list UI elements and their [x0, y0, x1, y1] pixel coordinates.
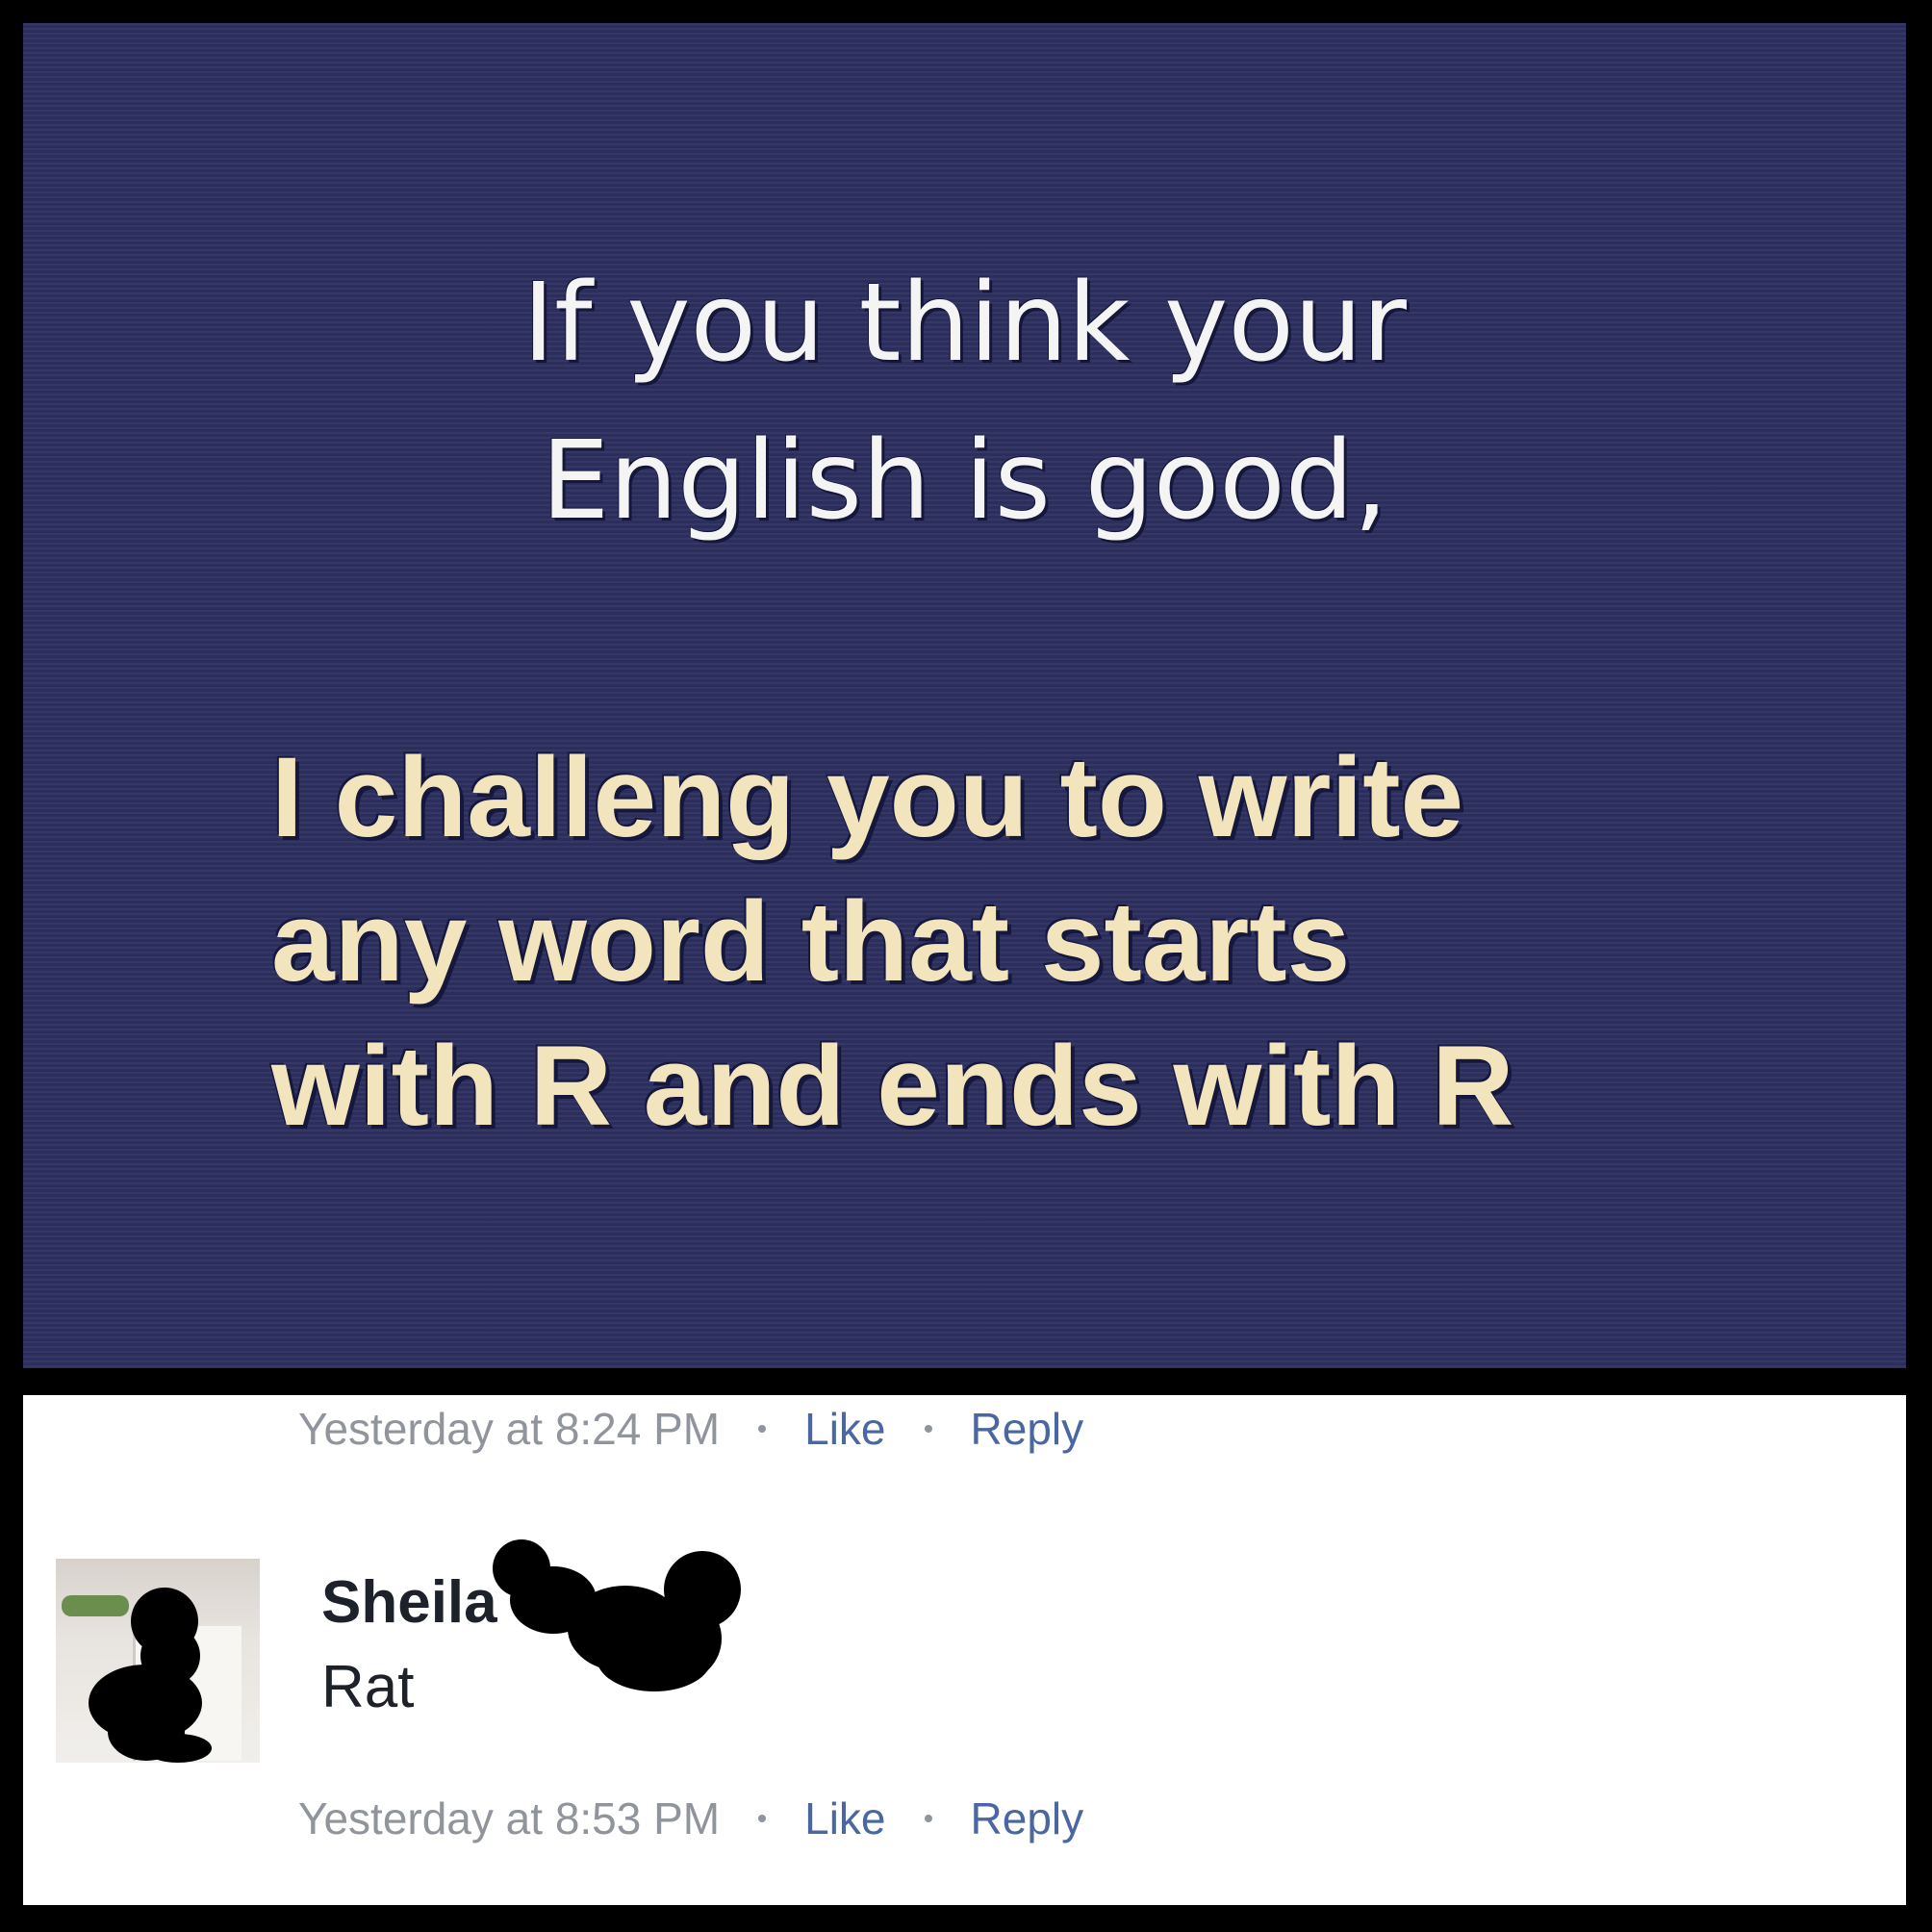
- commenter-name[interactable]: Sheila: [321, 1568, 497, 1637]
- reply-button[interactable]: Reply: [971, 1792, 1084, 1844]
- comment-text: Rat: [321, 1654, 415, 1720]
- challenge-line-1: I challeng you to write: [271, 734, 1464, 861]
- challenge-line-3: with R and ends with R: [271, 1023, 1514, 1150]
- post-image: If you think your English is good, I cha…: [23, 23, 1906, 1368]
- comment-meta-row: Yesterday at 8:24 PM Like Reply: [298, 1400, 1083, 1458]
- challenge-text: I challeng you to write any word that st…: [271, 725, 1859, 1158]
- like-button[interactable]: Like: [804, 1403, 885, 1455]
- separator-dot: [758, 1425, 767, 1433]
- separator-dot: [758, 1815, 767, 1822]
- reply-button[interactable]: Reply: [971, 1403, 1084, 1455]
- name-redaction-mark: [491, 1538, 741, 1701]
- challenge-line-2: any word that starts: [271, 878, 1351, 1005]
- headline-white: If you think your English is good,: [23, 244, 1906, 560]
- comment-timestamp: Yesterday at 8:53 PM: [298, 1793, 721, 1843]
- separator-dot: [924, 1815, 932, 1822]
- comment-timestamp: Yesterday at 8:24 PM: [298, 1404, 721, 1454]
- separator-dot: [924, 1425, 932, 1433]
- avatar[interactable]: [56, 1559, 260, 1763]
- avatar-redaction-mark: [144, 1734, 212, 1763]
- comment-meta-row: Yesterday at 8:53 PM Like Reply: [298, 1790, 1083, 1847]
- headline-white-line-1: If you think your: [522, 261, 1407, 386]
- headline-white-line-2: English is good,: [541, 419, 1388, 544]
- like-button[interactable]: Like: [804, 1792, 885, 1844]
- avatar-plant: [62, 1595, 129, 1616]
